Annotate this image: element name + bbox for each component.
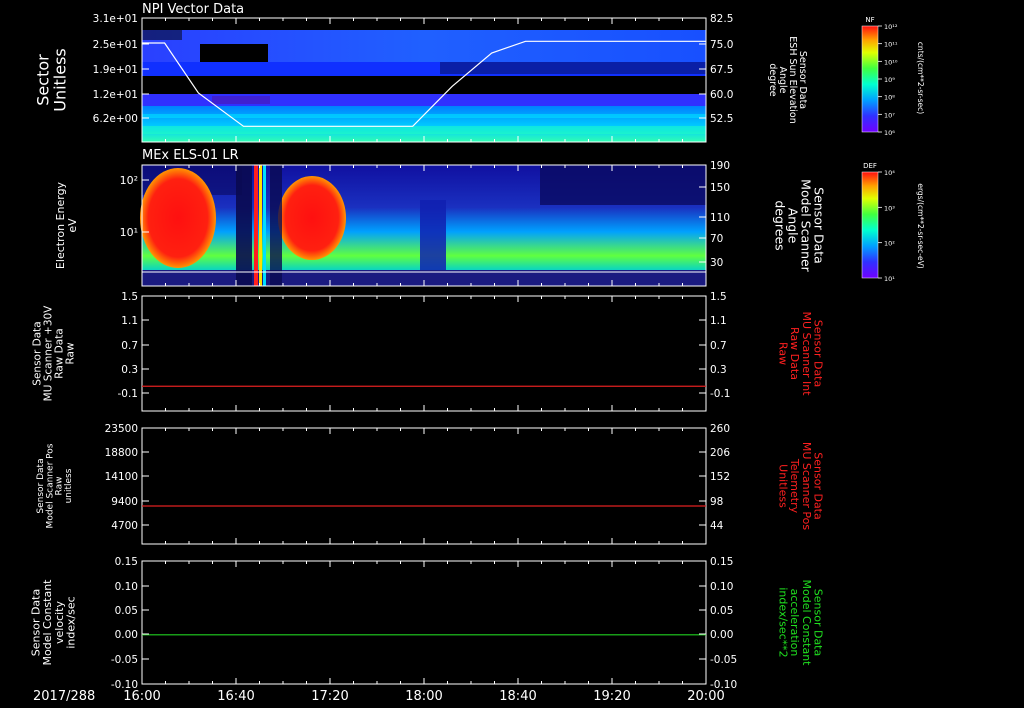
panel-mu-raw xyxy=(141,295,707,412)
colorbar-tick-label: 10⁷ xyxy=(884,111,895,119)
y-tick-label: 10² xyxy=(120,174,138,187)
y-tick-label: 0.00 xyxy=(115,629,138,641)
right-y-tick-label: 0.00 xyxy=(710,629,733,641)
colorbar-def: DEF ergs/(cm**2-sr-sec-eV) 10⁴ 10³ 10² 10¹ xyxy=(861,162,925,283)
y-axis-label: Raw xyxy=(65,342,77,364)
plot-canvas: NPI Vector Data MEx ELS-01 LR 3.1e+012.5… xyxy=(30,2,925,704)
colorbar-tick-label: 10¹² xyxy=(884,23,898,31)
right-y-axis-label: degrees xyxy=(772,200,787,250)
y-axis-label: Unitless xyxy=(50,48,69,112)
right-y-tick-label: 0.05 xyxy=(710,605,733,617)
colorbar-def-units: ergs/(cm**2-sr-sec-eV) xyxy=(916,183,925,268)
time-tick-label: 19:20 xyxy=(593,689,630,704)
right-y-tick-label: 60.0 xyxy=(710,89,733,101)
right-y-tick-label: -0.1 xyxy=(710,388,731,400)
colorbar-tick-label: 10² xyxy=(884,240,895,248)
colorbar-tick-label: 10¹¹ xyxy=(884,41,898,49)
colorbar-nf: NF cnts/(cm**2-sr-sec) 10¹² 10¹¹ 10¹⁰ 10⁹ 10… xyxy=(861,16,925,137)
right-y-tick-label: 1.1 xyxy=(710,315,727,327)
els-spectrogram xyxy=(140,165,706,286)
panel-model-constant xyxy=(141,560,707,685)
right-y-tick-label: 110 xyxy=(710,212,730,224)
right-y-tick-label: 150 xyxy=(710,182,730,194)
y-tick-label: 1.2e+01 xyxy=(93,89,138,101)
right-y-tick-label: 260 xyxy=(710,423,730,435)
y-tick-label: 4700 xyxy=(111,520,138,532)
y-tick-label: -0.05 xyxy=(111,654,138,666)
time-tick-label: 17:20 xyxy=(311,689,348,704)
right-y-axis-label: Unitless xyxy=(777,464,790,508)
colorbar-tick-label: 10⁴ xyxy=(884,169,895,177)
colorbar-tick-label: 10³ xyxy=(884,204,895,212)
right-y-tick-label: -0.05 xyxy=(710,654,737,666)
right-y-tick-label: 67.5 xyxy=(710,64,733,76)
time-tick-label: 16:40 xyxy=(217,689,254,704)
els-hot-blob-2 xyxy=(278,176,346,260)
right-y-tick-label: 75.0 xyxy=(710,39,733,51)
y-tick-label: 18800 xyxy=(105,447,138,459)
panel-scanner-pos xyxy=(141,427,707,545)
y-tick-label: 0.7 xyxy=(121,340,138,352)
right-y-tick-label: 0.7 xyxy=(710,340,727,352)
colorbar-tick-label: 10⁸ xyxy=(884,94,895,102)
colorbar-tick-label: 10⁹ xyxy=(884,76,895,84)
time-tick-label: 16:00 xyxy=(123,689,160,704)
y-tick-label: 0.15 xyxy=(115,556,138,568)
right-y-tick-label: 190 xyxy=(710,160,730,172)
colorbar-tick-label: 10¹ xyxy=(884,275,895,283)
y-tick-label: 1.5 xyxy=(121,291,138,303)
y-tick-label: 3.1e+01 xyxy=(93,13,138,25)
time-axis: 16:00 16:40 17:20 18:00 18:40 19:20 20:00 xyxy=(123,689,724,704)
colorbar-tick-label: 10¹⁰ xyxy=(884,58,898,66)
right-y-tick-label: 44 xyxy=(710,520,724,532)
right-y-tick-label: 206 xyxy=(710,447,730,459)
time-tick-label: 18:00 xyxy=(405,689,442,704)
y-tick-label: 1.1 xyxy=(121,315,138,327)
y-axis-label: index/sec xyxy=(64,596,77,648)
colorbar-nf-units: cnts/(cm**2-sr-sec) xyxy=(916,42,925,114)
y-tick-label: 0.05 xyxy=(115,605,138,617)
right-y-tick-label: 82.5 xyxy=(710,13,733,25)
y-tick-label: 6.2e+00 xyxy=(93,113,138,125)
time-tick-label: 20:00 xyxy=(687,689,724,704)
y-axis-label: unitless xyxy=(64,468,74,503)
right-y-tick-label: 98 xyxy=(710,496,723,508)
colorbar-nf-label: NF xyxy=(865,16,874,24)
right-y-tick-label: 52.5 xyxy=(710,113,733,125)
right-y-axis-label: degree xyxy=(767,63,778,96)
npi-spectrogram xyxy=(142,18,706,142)
right-y-tick-label: 0.15 xyxy=(710,556,733,568)
date-label: 2017/288 xyxy=(33,689,95,704)
y-tick-label: 9400 xyxy=(111,496,138,508)
time-tick-label: 18:40 xyxy=(499,689,536,704)
right-y-tick-label: 30 xyxy=(710,257,723,269)
colorbar-tick-label: 10⁶ xyxy=(884,129,895,137)
y-tick-label: 2.5e+01 xyxy=(93,39,138,51)
y-tick-label: 0.10 xyxy=(115,581,138,593)
panel-els-title: MEx ELS-01 LR xyxy=(142,148,239,163)
colorbar-def-label: DEF xyxy=(863,162,877,170)
right-y-tick-label: 0.3 xyxy=(710,364,727,376)
y-tick-label: 14100 xyxy=(105,471,138,483)
panel-npi-title: NPI Vector Data xyxy=(142,2,244,17)
panel-els: MEx ELS-01 LR xyxy=(140,148,707,287)
y-tick-label: 23500 xyxy=(105,423,138,435)
right-y-tick-label: 1.5 xyxy=(710,291,727,303)
y-tick-label: 0.3 xyxy=(121,364,138,376)
y-tick-label: -0.1 xyxy=(118,388,139,400)
right-y-tick-label: 0.10 xyxy=(710,581,733,593)
els-hot-blob-1 xyxy=(140,168,216,268)
y-axis-label: eV xyxy=(66,218,79,233)
right-y-tick-label: 70 xyxy=(710,233,723,245)
right-y-axis-label: Raw xyxy=(777,342,790,365)
right-y-axis-label: index/sec**2 xyxy=(777,587,790,657)
y-tick-label: 1.9e+01 xyxy=(93,64,138,76)
right-y-tick-label: 152 xyxy=(710,471,730,483)
y-tick-label: 10¹ xyxy=(120,226,138,239)
